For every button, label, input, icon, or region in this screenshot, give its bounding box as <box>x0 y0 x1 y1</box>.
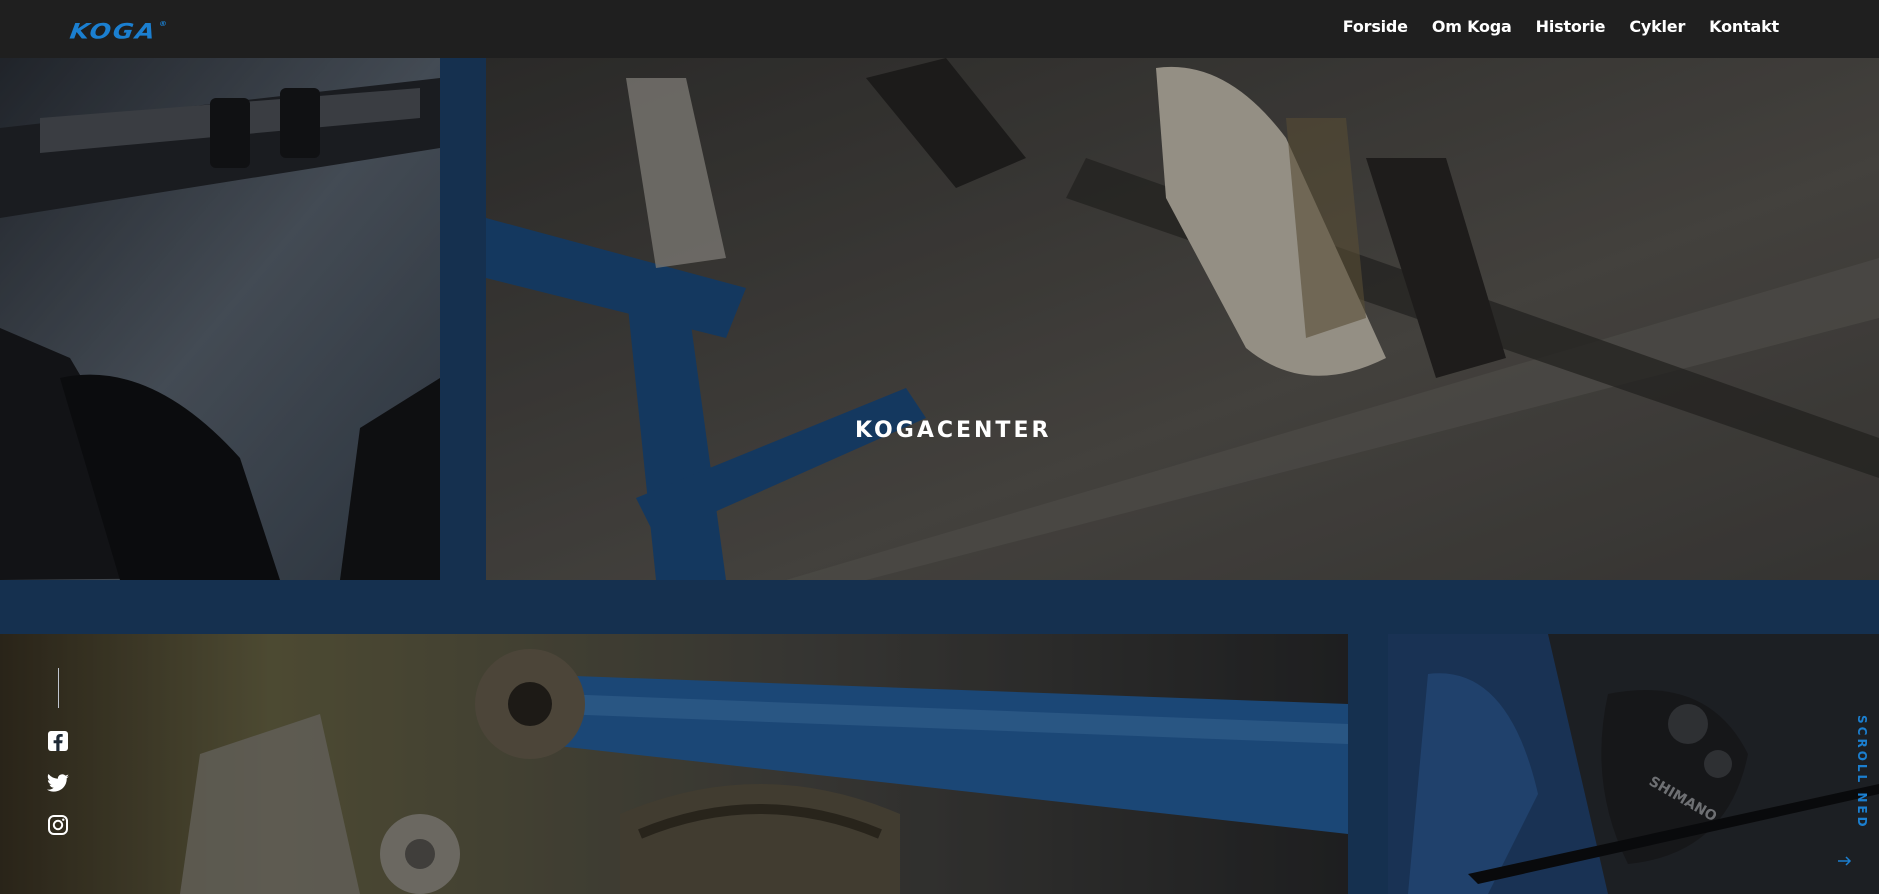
scroll-down-label[interactable]: SCROLL NED <box>1855 715 1869 830</box>
nav-item-kontakt[interactable]: Kontakt <box>1709 17 1779 36</box>
logo-registered-mark: ® <box>158 19 170 28</box>
facebook-icon[interactable] <box>46 729 70 753</box>
nav-item-cykler[interactable]: Cykler <box>1629 17 1685 36</box>
photo-brake-caliper: SHIMANO <box>1388 634 1879 894</box>
nav-item-historie[interactable]: Historie <box>1536 17 1606 36</box>
social-divider-line <box>58 668 59 708</box>
photo-handlebar <box>0 58 440 580</box>
nav-item-forside[interactable]: Forside <box>1343 17 1408 36</box>
photo-hero-workshop <box>486 58 1879 580</box>
arrow-right-icon[interactable] <box>1838 856 1852 866</box>
main-nav: Forside Om Koga Historie Cykler Kontakt <box>1343 17 1779 36</box>
koga-logo[interactable]: KOGA® <box>68 19 169 44</box>
hero-title: KOGACENTER <box>855 418 1052 443</box>
nav-item-om-koga[interactable]: Om Koga <box>1432 17 1512 36</box>
instagram-icon[interactable] <box>46 813 70 837</box>
twitter-icon[interactable] <box>46 771 70 795</box>
logo-text: KOGA <box>68 19 159 44</box>
photo-cassette <box>0 634 1348 894</box>
top-navbar: KOGA® Forside Om Koga Historie Cykler Ko… <box>0 0 1879 58</box>
